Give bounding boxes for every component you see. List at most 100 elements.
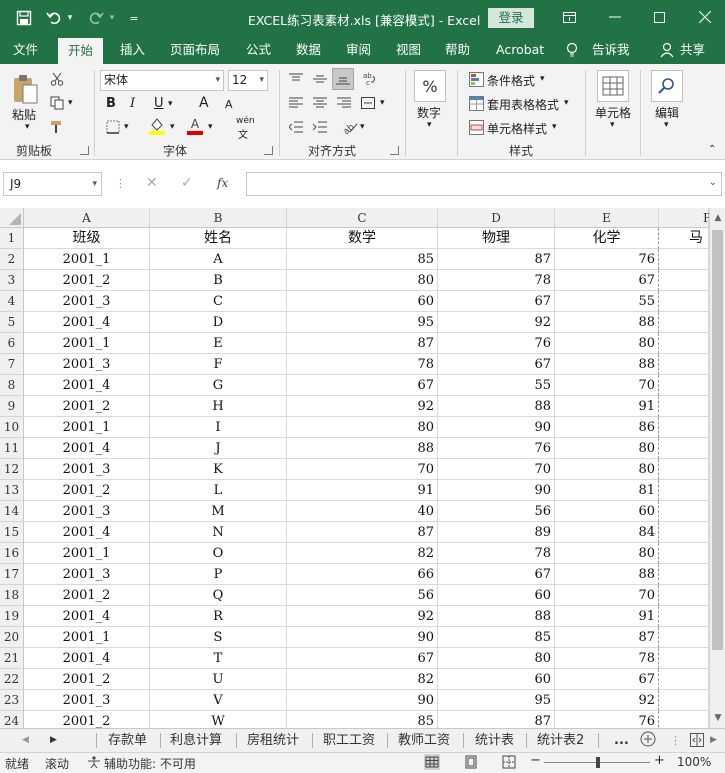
cell[interactable]: B	[150, 270, 287, 291]
maximize-icon[interactable]	[646, 6, 672, 28]
cell[interactable]: 数学	[287, 228, 438, 249]
cell[interactable]: 2001_3	[24, 354, 150, 375]
cell[interactable]	[659, 417, 709, 438]
cell[interactable]: 60	[555, 501, 659, 522]
tab-formulas[interactable]: 公式	[246, 36, 271, 64]
undo-dropdown-icon[interactable]: ▾	[64, 7, 76, 29]
cell[interactable]: 化学	[555, 228, 659, 249]
number-format-button[interactable]: %	[414, 70, 446, 102]
row-header[interactable]: 22	[0, 669, 24, 690]
cell[interactable]: 56	[438, 501, 555, 522]
tab-help[interactable]: 帮助	[445, 36, 470, 64]
align-center-icon[interactable]	[310, 94, 330, 112]
cell[interactable]: C	[150, 291, 287, 312]
cell[interactable]: 90	[287, 690, 438, 711]
format-painter-icon[interactable]	[48, 118, 66, 136]
cell[interactable]	[659, 312, 709, 333]
cell[interactable]	[659, 627, 709, 648]
column-header-c[interactable]: C	[287, 208, 438, 228]
cell[interactable]: P	[150, 564, 287, 585]
cell[interactable]: 95	[438, 690, 555, 711]
cell[interactable]: 76	[438, 438, 555, 459]
row-header[interactable]: 9	[0, 396, 24, 417]
cell[interactable]: 81	[555, 480, 659, 501]
cell[interactable]: 92	[287, 396, 438, 417]
cell[interactable]: 2001_3	[24, 459, 150, 480]
cell[interactable]: 92	[555, 690, 659, 711]
zoom-level[interactable]: 100%	[677, 755, 711, 769]
underline-dropdown-icon[interactable]: ▾	[168, 99, 173, 109]
cells-button[interactable]	[597, 70, 629, 102]
sheet-tab[interactable]: 利息计算	[170, 729, 222, 752]
cell[interactable]: 87	[438, 711, 555, 728]
orientation-dropdown-icon[interactable]: ▾	[360, 122, 365, 132]
cell[interactable]: 2001_4	[24, 648, 150, 669]
sheet-tab[interactable]: 存款单	[108, 729, 147, 752]
expand-formula-icon[interactable]: ⌄	[709, 177, 717, 188]
borders-dropdown-icon[interactable]: ▾	[124, 122, 129, 132]
add-sheet-icon[interactable]	[640, 731, 656, 754]
row-header[interactable]: 8	[0, 375, 24, 396]
cell[interactable]	[659, 438, 709, 459]
cell[interactable]: 2001_2	[24, 585, 150, 606]
save-icon[interactable]	[12, 7, 36, 29]
cell[interactable]: L	[150, 480, 287, 501]
number-dropdown-icon[interactable]: ▾	[427, 120, 432, 130]
cell[interactable]	[659, 564, 709, 585]
cell[interactable]	[659, 270, 709, 291]
cell[interactable]: V	[150, 690, 287, 711]
cell[interactable]: 80	[438, 648, 555, 669]
cell[interactable]	[659, 249, 709, 270]
format-table-dropdown-icon[interactable]: ▾	[564, 98, 569, 108]
cell[interactable]: D	[150, 312, 287, 333]
column-header-e[interactable]: E	[555, 208, 659, 228]
row-header[interactable]: 12	[0, 459, 24, 480]
font-color-dropdown-icon[interactable]: ▾	[208, 122, 213, 132]
scroll-right-icon[interactable]: ▶	[710, 729, 717, 752]
cell[interactable]: 78	[287, 354, 438, 375]
close-icon[interactable]	[692, 6, 718, 28]
cell[interactable]: 2001_2	[24, 270, 150, 291]
cell[interactable]: 2001_1	[24, 543, 150, 564]
login-button[interactable]: 登录	[488, 8, 534, 28]
cell[interactable]: 70	[438, 459, 555, 480]
cell[interactable]	[659, 459, 709, 480]
cell[interactable]: Q	[150, 585, 287, 606]
scroll-up-icon[interactable]: ▲	[710, 210, 725, 226]
normal-view-icon[interactable]	[424, 754, 440, 770]
cell[interactable]: 84	[555, 522, 659, 543]
cell[interactable]: 85	[438, 627, 555, 648]
zoom-out-icon[interactable]: −	[530, 753, 541, 768]
cell[interactable]: 88	[555, 354, 659, 375]
row-header[interactable]: 5	[0, 312, 24, 333]
underline-button[interactable]: U	[154, 96, 164, 111]
cell[interactable]: W	[150, 711, 287, 728]
cell[interactable]: 67	[438, 291, 555, 312]
prev-sheet-icon[interactable]: ◀	[22, 729, 29, 752]
cell[interactable]: 80	[555, 459, 659, 480]
cell[interactable]: N	[150, 522, 287, 543]
cell[interactable]: 2001_3	[24, 291, 150, 312]
cell[interactable]: F	[150, 354, 287, 375]
cell[interactable]: 姓名	[150, 228, 287, 249]
cell[interactable]: 2001_1	[24, 417, 150, 438]
cell[interactable]: 95	[287, 312, 438, 333]
cell[interactable]: G	[150, 375, 287, 396]
increase-indent-icon[interactable]	[310, 118, 330, 136]
cell[interactable]: 2001_4	[24, 312, 150, 333]
cell[interactable]: 2001_4	[24, 375, 150, 396]
tab-home[interactable]: 开始	[58, 38, 104, 64]
cell[interactable]: 92	[438, 312, 555, 333]
cell[interactable]: J	[150, 438, 287, 459]
cell[interactable]: 88	[555, 564, 659, 585]
tab-acrobat[interactable]: Acrobat	[496, 36, 544, 64]
cell[interactable]: 91	[287, 480, 438, 501]
cell[interactable]: R	[150, 606, 287, 627]
redo-dropdown-icon[interactable]: ▾	[106, 7, 118, 29]
cell[interactable]: 91	[555, 396, 659, 417]
cell[interactable]: 70	[555, 585, 659, 606]
cell[interactable]: 87	[555, 627, 659, 648]
editing-dropdown-icon[interactable]: ▾	[664, 120, 669, 130]
cell[interactable]: 2001_1	[24, 627, 150, 648]
column-header-a[interactable]: A	[24, 208, 150, 228]
